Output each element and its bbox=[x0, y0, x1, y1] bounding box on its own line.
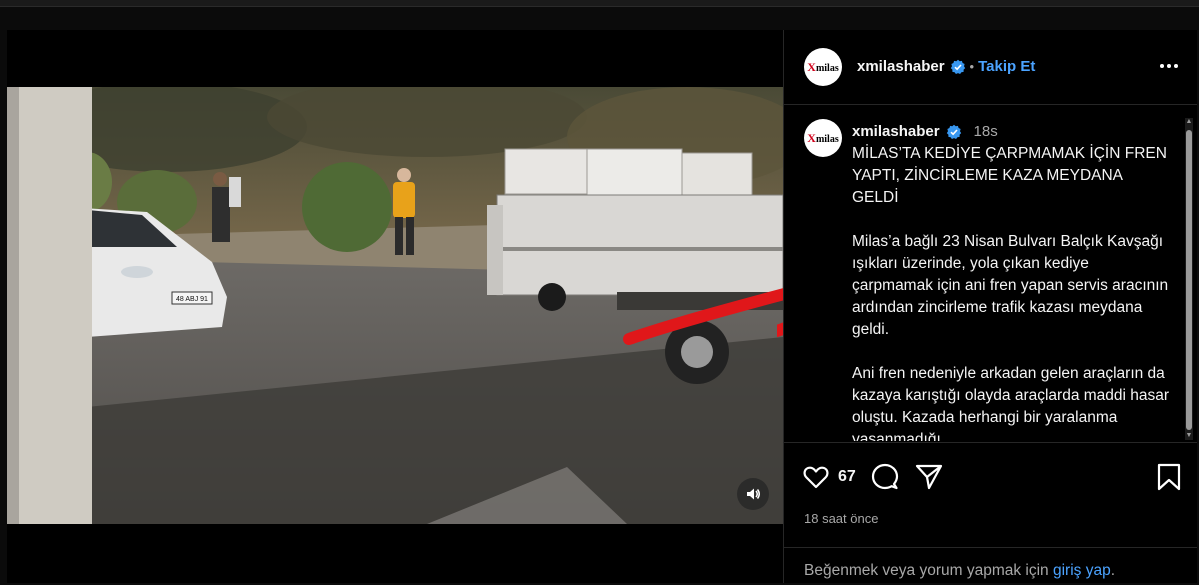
license-plate: 48 ABJ 91 bbox=[176, 296, 208, 303]
login-link[interactable]: giriş yap bbox=[1053, 562, 1111, 579]
caption-username[interactable]: xmilashaber bbox=[852, 121, 940, 143]
avatar[interactable]: Xmilas bbox=[804, 48, 842, 86]
video-frame: 48 ABJ 91 bbox=[7, 87, 783, 524]
video-player[interactable]: 48 ABJ 91 bbox=[7, 87, 783, 524]
post-side-panel: Xmilas xmilashaber • Takip Et Xmilas xmi… bbox=[783, 30, 1197, 583]
post-modal: 48 ABJ 91 Xmilas xmilashaber • Takip Et … bbox=[7, 30, 1197, 583]
caption-time[interactable]: 18s bbox=[974, 121, 998, 143]
browser-top-strip bbox=[0, 0, 1199, 7]
scroll-up-arrow[interactable]: ▲ bbox=[1185, 118, 1193, 126]
header-user-row: xmilashaber • Takip Et bbox=[857, 58, 1035, 75]
bush bbox=[302, 162, 392, 252]
header-username[interactable]: xmilashaber bbox=[857, 58, 945, 75]
separator-dot: • bbox=[969, 59, 975, 74]
send-icon[interactable] bbox=[914, 462, 944, 492]
caption-paragraph-2: Ani fren nedeniyle arkadan gelen araçlar… bbox=[852, 365, 1174, 441]
scroll-down-arrow[interactable]: ▼ bbox=[1185, 432, 1193, 440]
more-options-icon[interactable] bbox=[1159, 56, 1179, 76]
caption-avatar[interactable]: Xmilas bbox=[804, 119, 842, 157]
speaker-icon bbox=[747, 488, 760, 500]
bookmark-icon[interactable] bbox=[1156, 463, 1182, 491]
mute-button[interactable] bbox=[737, 478, 769, 510]
post-time-ago[interactable]: 18 saat önce bbox=[804, 511, 878, 526]
scrollbar-thumb[interactable] bbox=[1186, 130, 1192, 430]
caption-meta: xmilashaber 18s bbox=[852, 121, 1172, 143]
avatar-logo: Xmilas bbox=[807, 59, 839, 74]
like-count[interactable]: 67 bbox=[838, 468, 856, 486]
login-prompt-text: Beğenmek veya yorum yapmak için giriş ya… bbox=[804, 562, 1115, 580]
verified-badge-icon bbox=[950, 59, 965, 74]
login-prompt-suffix: . bbox=[1110, 562, 1115, 579]
comment-icon[interactable] bbox=[870, 462, 900, 492]
caption-scrollbar[interactable]: ▲ ▼ bbox=[1185, 118, 1193, 440]
post-actions: 67 18 saat önce Beğenmek veya yorum yapm… bbox=[784, 442, 1197, 584]
action-row: 67 bbox=[802, 461, 1182, 493]
media-area: 48 ABJ 91 bbox=[7, 30, 783, 583]
follow-button[interactable]: Takip Et bbox=[978, 58, 1035, 75]
avatar-logo: Xmilas bbox=[807, 130, 839, 145]
login-prompt-prefix: Beğenmek veya yorum yapmak için bbox=[804, 562, 1053, 579]
heart-icon[interactable] bbox=[802, 463, 830, 491]
post-header: Xmilas xmilashaber • Takip Et bbox=[784, 30, 1197, 105]
login-prompt: Beğenmek veya yorum yapmak için giriş ya… bbox=[784, 547, 1197, 585]
caption-area: Xmilas xmilashaber 18s MİLAS’TA KEDİYE Ç… bbox=[784, 105, 1197, 441]
caption-headline: MİLAS’TA KEDİYE ÇARPMAMAK İÇİN FREN YAPT… bbox=[852, 145, 1171, 206]
verified-badge-icon bbox=[946, 124, 961, 139]
caption-text-block: xmilashaber 18s MİLAS’TA KEDİYE ÇARPMAMA… bbox=[852, 121, 1172, 441]
caption-paragraph-1: Milas’a bağlı 23 Nisan Bulvarı Balçık Ka… bbox=[852, 233, 1173, 338]
pole bbox=[7, 87, 92, 524]
